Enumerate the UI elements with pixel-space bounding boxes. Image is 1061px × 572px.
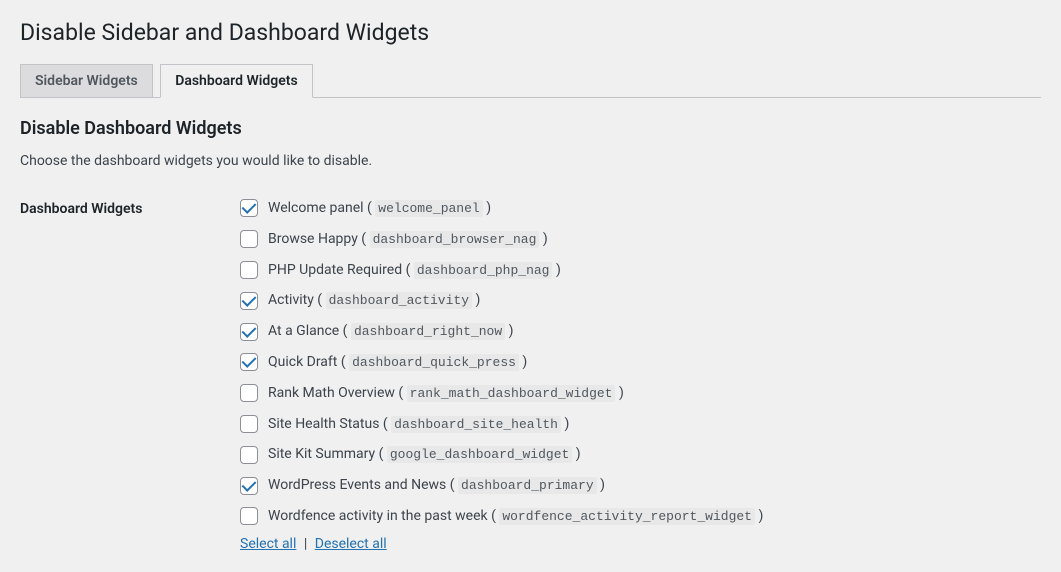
widget-code: dashboard_activity [326,292,472,309]
widget-list: Welcome panel ( welcome_panel ) Browse Ha… [240,197,1041,528]
widget-code: dashboard_right_now [351,323,505,340]
widget-row[interactable]: Site Health Status ( dashboard_site_heal… [240,413,1041,436]
widget-label: PHP Update Required ( dashboard_php_nag … [268,259,561,282]
widget-row[interactable]: Welcome panel ( welcome_panel ) [240,197,1041,220]
widget-label: Quick Draft ( dashboard_quick_press ) [268,351,527,374]
widget-checkbox[interactable] [240,323,258,341]
widget-row[interactable]: Browse Happy ( dashboard_browser_nag ) [240,228,1041,251]
widget-label: Site Kit Summary ( google_dashboard_widg… [268,443,581,466]
widget-row[interactable]: WordPress Events and News ( dashboard_pr… [240,474,1041,497]
widget-checkbox[interactable] [240,199,258,217]
separator: | [300,536,310,552]
widget-checkbox[interactable] [240,292,258,310]
tab-bar: Sidebar Widgets Dashboard Widgets [20,64,1041,98]
deselect-all-link[interactable]: Deselect all [315,536,387,552]
widget-label: Welcome panel ( welcome_panel ) [268,197,491,220]
widget-row[interactable]: Quick Draft ( dashboard_quick_press ) [240,351,1041,374]
widget-label: At a Glance ( dashboard_right_now ) [268,320,514,343]
widget-checkbox[interactable] [240,353,258,371]
widget-checkbox[interactable] [240,415,258,433]
widget-checkbox[interactable] [240,230,258,248]
widget-code: dashboard_php_nag [414,262,553,279]
widget-row[interactable]: Activity ( dashboard_activity ) [240,289,1041,312]
widget-row[interactable]: Wordfence activity in the past week ( wo… [240,505,1041,528]
widget-code: dashboard_quick_press [349,354,519,371]
widget-label: Wordfence activity in the past week ( wo… [268,505,763,528]
widget-checkbox[interactable] [240,384,258,402]
widget-code: google_dashboard_widget [387,446,572,463]
field-label-dashboard-widgets: Dashboard Widgets [20,197,240,552]
widget-label: Browse Happy ( dashboard_browser_nag ) [268,228,548,251]
widget-code: dashboard_browser_nag [370,231,540,248]
widget-label: Site Health Status ( dashboard_site_heal… [268,413,569,436]
widget-label: Rank Math Overview ( rank_math_dashboard… [268,382,624,405]
widget-checkbox[interactable] [240,261,258,279]
widget-code: dashboard_primary [458,477,597,494]
widget-label: Activity ( dashboard_activity ) [268,289,480,312]
tab-sidebar-widgets[interactable]: Sidebar Widgets [20,64,153,98]
widget-code: wordfence_activity_report_widget [499,508,755,525]
widget-code: rank_math_dashboard_widget [407,385,616,402]
widget-code: welcome_panel [375,200,482,217]
select-all-link[interactable]: Select all [240,536,296,552]
widget-label: WordPress Events and News ( dashboard_pr… [268,474,605,497]
widget-code: dashboard_site_health [391,416,561,433]
widget-row[interactable]: PHP Update Required ( dashboard_php_nag … [240,259,1041,282]
widget-row[interactable]: At a Glance ( dashboard_right_now ) [240,320,1041,343]
widget-checkbox[interactable] [240,507,258,525]
select-links: Select all | Deselect all [240,536,1041,552]
section-description: Choose the dashboard widgets you would l… [20,153,1041,169]
widget-row[interactable]: Site Kit Summary ( google_dashboard_widg… [240,443,1041,466]
widget-checkbox[interactable] [240,446,258,464]
section-title: Disable Dashboard Widgets [20,118,1041,139]
page-title: Disable Sidebar and Dashboard Widgets [20,10,1041,50]
widget-checkbox[interactable] [240,477,258,495]
tab-dashboard-widgets[interactable]: Dashboard Widgets [160,64,312,98]
widget-row[interactable]: Rank Math Overview ( rank_math_dashboard… [240,382,1041,405]
